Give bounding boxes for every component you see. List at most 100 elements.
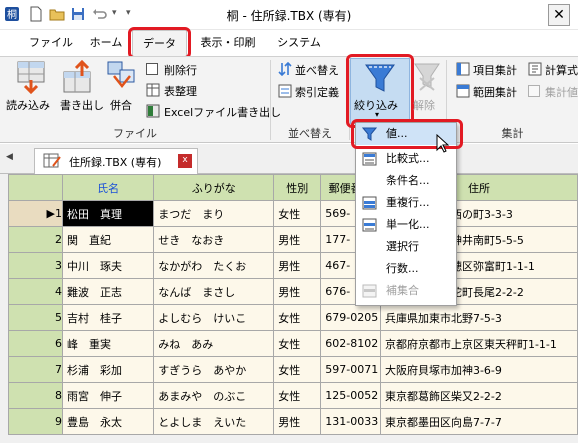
cell-kana[interactable]: なんば まさし	[153, 278, 275, 305]
table-row[interactable]: 5 吉村 桂子 よしむら けいこ 女性 679-0205 兵庫県加東市北野7-5…	[8, 304, 578, 331]
cell-address[interactable]: 大阪府貝塚市加神3-6-9	[379, 356, 578, 383]
tab-scroll-left-icon[interactable]: ◀	[6, 152, 13, 162]
document-tab[interactable]: 住所録.TBX (専有)	[34, 148, 198, 174]
cell-kana[interactable]: あまみや のぶこ	[153, 382, 275, 409]
cell-kana[interactable]: なかがわ たくお	[153, 252, 275, 279]
aggregate-field-label: 集計値	[545, 86, 578, 99]
cell-address[interactable]: 東京都墨田区向島7-7-7	[379, 408, 578, 435]
merge-label: 併合	[110, 99, 132, 112]
cell-sex[interactable]: 女性	[273, 200, 322, 227]
cell-kana[interactable]: まつだ まり	[153, 200, 275, 227]
filter-menu-item-complement: 補集合	[356, 280, 456, 302]
index-definition-button[interactable]: 索引定義	[278, 84, 348, 100]
file-group-label: ファイル	[113, 127, 157, 140]
table-row[interactable]: 2 関 直紀 せき なおき 男性 177- 都練馬区上石神井南町5-5-5	[8, 226, 578, 253]
cell-zip[interactable]: 131-0033	[320, 408, 381, 435]
column-header-sex[interactable]: 性別	[273, 174, 322, 201]
item-aggregate-button[interactable]: 項目集計	[456, 62, 530, 78]
current-row-indicator-icon: ▶	[46, 207, 55, 220]
import-label: 読み込み	[6, 99, 50, 112]
close-document-tab-button[interactable]: x	[178, 154, 192, 168]
tab-file[interactable]: ファイル	[22, 30, 80, 56]
cell-sex[interactable]: 女性	[273, 356, 322, 383]
excel-export-button[interactable]: Excelファイル書き出し	[146, 104, 281, 120]
export-button[interactable]: 書き出し	[58, 60, 104, 122]
filter-menu-item-condition-name[interactable]: 条件名...	[356, 170, 456, 192]
cell-sex[interactable]: 男性	[273, 408, 322, 435]
filter-menu-item-label: 重複行...	[386, 196, 430, 209]
tab-system[interactable]: システム	[270, 30, 328, 56]
column-header-name[interactable]: 氏名	[61, 174, 155, 201]
cell-name[interactable]: 松田 真理	[61, 200, 155, 227]
cell-name[interactable]: 難波 正志	[61, 278, 155, 305]
cell-sex[interactable]: 男性	[273, 226, 322, 253]
cell-zip[interactable]: 679-0205	[320, 304, 381, 331]
filter-menu-item-row-count[interactable]: 行数...	[356, 258, 456, 280]
table-row[interactable]: 4 難波 正志 なんば まさし 男性 676- 県高砂市阿弥陀町長尾2-2-2	[8, 278, 578, 305]
cell-kana[interactable]: せき なおき	[153, 226, 275, 253]
table-row[interactable]: 7 杉浦 彩加 すぎうら あやか 女性 597-0071 大阪府貝塚市加神3-6…	[8, 356, 578, 383]
row-number[interactable]: 5	[8, 304, 63, 331]
close-button[interactable]: ✕	[548, 4, 570, 26]
cell-address[interactable]: 東京都葛飾区柴又2-2-2	[379, 382, 578, 409]
cell-name[interactable]: 中川 琢夫	[61, 252, 155, 279]
cell-sex[interactable]: 女性	[273, 330, 322, 357]
cell-name[interactable]: 関 直紀	[61, 226, 155, 253]
filter-menu-item-selected-rows[interactable]: 選択行	[356, 236, 456, 258]
range-aggregate-button[interactable]: 範囲集計	[456, 84, 530, 100]
document-tab-label: 住所録.TBX (専有)	[69, 156, 162, 169]
row-number[interactable]: ▶1	[8, 200, 63, 227]
delete-rows-label: 削除行	[164, 64, 197, 77]
cell-kana[interactable]: よしむら けいこ	[153, 304, 275, 331]
aggregate-group-label: 集計	[501, 127, 524, 140]
row-number[interactable]: 3	[8, 252, 63, 279]
range-aggregate-icon	[456, 84, 470, 98]
format-table-button[interactable]: 表整理	[146, 83, 256, 99]
sort-group-label: 並べ替え	[288, 127, 332, 140]
table-row[interactable]: ▶1 松田 真理 まつだ まり 女性 569- 府高槻市成合西の町3-3-3	[8, 200, 578, 227]
cell-name[interactable]: 吉村 桂子	[61, 304, 155, 331]
tab-home[interactable]: ホーム	[82, 30, 130, 56]
filter-menu-item-unique[interactable]: 単一化...	[356, 214, 456, 236]
grid-corner[interactable]	[8, 174, 63, 201]
cell-sex[interactable]: 女性	[273, 304, 322, 331]
cell-name[interactable]: 杉浦 彩加	[61, 356, 155, 383]
table-row[interactable]: 8 雨宮 伸子 あまみや のぶこ 女性 125-0052 東京都葛飾区柴又2-2…	[8, 382, 578, 409]
cell-name[interactable]: 雨宮 伸子	[61, 382, 155, 409]
row-number[interactable]: 6	[8, 330, 63, 357]
tab-view-print[interactable]: 表示・印刷	[192, 30, 264, 56]
filter-menu-item-compare[interactable]: 比較式...	[356, 148, 456, 170]
cell-kana[interactable]: みね あみ	[153, 330, 275, 357]
merge-button[interactable]: 併合	[106, 60, 140, 122]
cell-sex[interactable]: 男性	[273, 252, 322, 279]
table-row[interactable]: 6 峰 重実 みね あみ 女性 602-8102 京都府京都市上京区東天秤町1-…	[8, 330, 578, 357]
row-number[interactable]: 7	[8, 356, 63, 383]
row-number[interactable]: 4	[8, 278, 63, 305]
table-row[interactable]: 9 豊島 永太 とよしま えいた 男性 131-0033 東京都墨田区向島7-7…	[8, 408, 578, 435]
cell-zip[interactable]: 602-8102	[320, 330, 381, 357]
cell-address[interactable]: 京都府京都市上京区東天秤町1-1-1	[379, 330, 578, 357]
cell-kana[interactable]: すぎうら あやか	[153, 356, 275, 383]
import-button[interactable]: 読み込み	[6, 60, 54, 122]
calc-aggregate-button[interactable]: 計算式集計	[528, 62, 578, 78]
row-number[interactable]: 9	[8, 408, 63, 435]
filter-menu-item-duplicate[interactable]: 重複行...	[356, 192, 456, 214]
cell-name[interactable]: 峰 重実	[61, 330, 155, 357]
cell-sex[interactable]: 男性	[273, 278, 322, 305]
cell-kana[interactable]: とよしま えいた	[153, 408, 275, 435]
table-row[interactable]: 3 中川 琢夫 なかがわ たくお 男性 467- 県名古屋市瑞穂区弥富町1-1-…	[8, 252, 578, 279]
delete-rows-button[interactable]: 削除行	[146, 62, 256, 78]
duplicate-icon	[362, 196, 377, 210]
cell-address[interactable]: 兵庫県加東市北野7-5-3	[379, 304, 578, 331]
cell-zip[interactable]: 125-0052	[320, 382, 381, 409]
cell-zip[interactable]: 597-0071	[320, 356, 381, 383]
cell-name[interactable]: 豊島 永太	[61, 408, 155, 435]
format-table-label: 表整理	[164, 85, 197, 98]
calc-aggregate-label: 計算式集計	[545, 64, 578, 77]
column-header-kana[interactable]: ふりがな	[153, 174, 275, 201]
row-number[interactable]: 2	[8, 226, 63, 253]
row-number[interactable]: 8	[8, 382, 63, 409]
cell-sex[interactable]: 女性	[273, 382, 322, 409]
sort-button[interactable]: 並べ替え	[278, 62, 348, 78]
sort-label: 並べ替え	[295, 64, 339, 77]
